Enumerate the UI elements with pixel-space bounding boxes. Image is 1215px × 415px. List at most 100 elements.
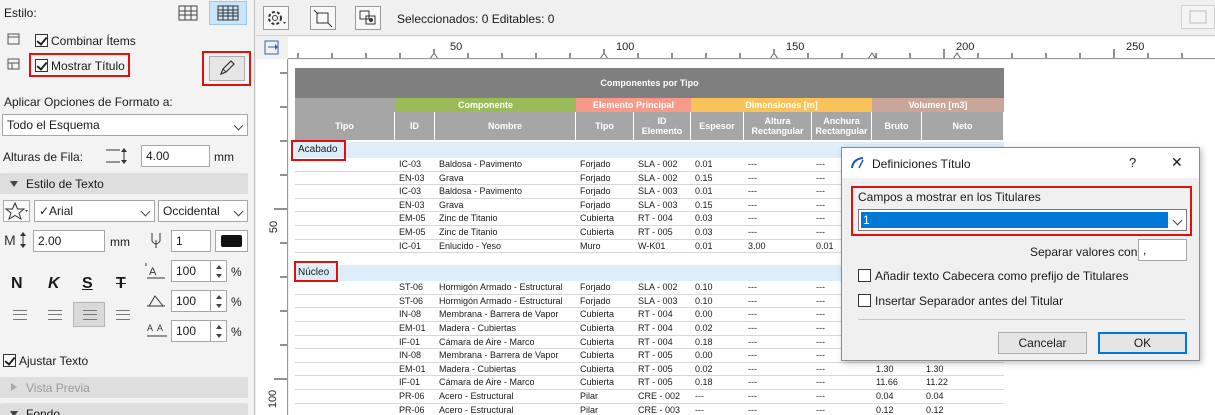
schedule-toolbar: Seleccionados: 0 Editables: 0 — [256, 0, 1215, 36]
table-cell: Forjado — [580, 186, 611, 197]
group-header-cell: Dimensiones [m] — [691, 98, 872, 112]
width-scale-spinner[interactable] — [211, 260, 227, 282]
width-scale-percent: % — [231, 265, 242, 279]
fields-label: Campos a mostrar en los Titulares — [858, 190, 1041, 204]
table-row[interactable]: PR-06 Acero - Estructural Pilar CRE - 003 --… — [295, 404, 1004, 415]
adjust-text-checkbox[interactable] — [3, 354, 16, 367]
pen-color-swatch[interactable] — [215, 230, 248, 252]
help-button[interactable]: ? — [1129, 155, 1136, 170]
dialog-titlebar: Definiciones Título ? ✕ — [842, 148, 1199, 178]
pen-number-input[interactable]: 1 — [171, 230, 211, 252]
selection-status: Seleccionados: 0 Editables: 0 — [397, 12, 555, 26]
column-header: ID Elemento — [634, 112, 691, 140]
font-select[interactable]: ✓Arial — [34, 200, 155, 222]
table-cell: SLA - 003 — [638, 295, 678, 306]
select-element-button[interactable] — [310, 6, 336, 30]
column-header: Altura Rectangular — [744, 112, 812, 140]
table-cell: --- — [748, 322, 757, 333]
table-row[interactable]: EM-01 Madera - Cubiertas Cubierta RT - 005 0… — [295, 363, 1004, 377]
align-justify-icon[interactable] — [116, 310, 130, 320]
table-cell: Acero - Estructural — [439, 404, 514, 415]
italic-button[interactable]: K — [48, 275, 60, 293]
slant-input[interactable]: 100 — [171, 290, 211, 312]
separator-value: , — [1143, 243, 1147, 257]
table-cell: 0.12 — [926, 404, 944, 415]
table-cell: --- — [748, 172, 757, 183]
table-cell: SLA - 002 — [638, 159, 678, 169]
font-size-input[interactable]: 2.00 — [33, 230, 105, 252]
edit-title-button[interactable] — [209, 56, 245, 81]
table-cell: 0.03 — [695, 226, 713, 237]
table-cell: 0.10 — [695, 282, 713, 293]
table-cell: 1.30 — [876, 363, 894, 374]
separator-input[interactable]: , — [1138, 239, 1187, 261]
close-button[interactable]: ✕ — [1171, 154, 1183, 171]
table-cell — [295, 336, 395, 349]
width-scale-input[interactable]: 100 — [171, 260, 211, 282]
strikethrough-button[interactable]: T — [116, 275, 126, 293]
bold-button[interactable]: N — [11, 275, 23, 293]
spacing-spinner[interactable] — [211, 320, 227, 342]
ok-button[interactable]: OK — [1098, 332, 1187, 354]
settings-button[interactable] — [263, 6, 289, 30]
table-cell — [295, 390, 395, 403]
combine-items-checkbox[interactable] — [35, 34, 48, 47]
table-row[interactable]: PR-06 Acero - Estructural Pilar CRE - 002 --… — [295, 390, 1004, 404]
pencil-icon — [219, 60, 235, 76]
table-cell — [295, 281, 395, 294]
background-section-header[interactable]: Fondo — [0, 403, 248, 415]
separator-before-checkbox[interactable] — [858, 294, 871, 307]
apply-format-value: Todo el Esquema — [7, 118, 100, 132]
table-cell: Pilar — [580, 404, 599, 415]
ruler-v-label-100: 100 — [267, 389, 280, 409]
align-left-icon[interactable] — [13, 310, 27, 320]
table-cell: --- — [748, 377, 757, 388]
table-cell: Muro — [580, 240, 601, 251]
table-cell: --- — [748, 159, 757, 169]
settings-panel: Estilo: Combinar Ítems Mostrar Título Ap… — [0, 0, 255, 415]
cancel-button[interactable]: Cancelar — [998, 332, 1087, 354]
spacing-value: 100 — [176, 324, 197, 338]
prefix-checkbox[interactable] — [858, 269, 871, 282]
table-cell: Cámara de Aire - Marco — [439, 336, 535, 347]
table-cell — [295, 185, 395, 198]
show-title-checkbox[interactable] — [35, 59, 48, 72]
underline-button[interactable]: S — [82, 275, 93, 293]
table-row[interactable]: IF-01 Cámara de Aire - Marco Cubierta RT - … — [295, 376, 1004, 390]
text-style-section-header[interactable]: Estilo de Texto — [0, 173, 248, 194]
column-header: Anchura Rectangular — [812, 112, 872, 140]
apply-format-select[interactable]: Todo el Esquema — [2, 114, 248, 136]
table-cell: 0.00 — [695, 350, 713, 361]
category-acabado-highlight — [291, 140, 346, 161]
style-label: Estilo: — [4, 6, 37, 20]
favorite-style-button[interactable] — [3, 200, 30, 222]
row-height-input[interactable]: 4.00 — [141, 145, 210, 167]
table-cell: EM-05 — [399, 226, 426, 237]
align-center-icon[interactable] — [48, 310, 62, 320]
slant-spinner[interactable] — [211, 290, 227, 312]
spacing-input[interactable]: 100 — [171, 320, 211, 342]
expand-triangle-icon — [10, 181, 18, 187]
schedule-title: Componentes por Tipo — [295, 68, 1004, 98]
separator-label: Separar valores con: — [1030, 245, 1141, 259]
group-header-cell: Elemento Principal — [576, 98, 691, 112]
align-right-button[interactable] — [73, 302, 105, 327]
toolbar-right-button[interactable] — [1181, 5, 1215, 29]
script-select[interactable]: Occidental — [158, 200, 248, 222]
table-cell: Cubierta — [580, 226, 615, 237]
table-cell: SLA - 002 — [638, 282, 678, 293]
fields-dropdown[interactable]: 1 — [858, 209, 1187, 231]
preview-section-header[interactable]: Vista Previa — [0, 377, 248, 398]
ruler-origin-button[interactable] — [260, 37, 284, 59]
table-cell: Hormigón Armado - Estructural — [439, 295, 563, 306]
table-cell — [295, 172, 395, 185]
ruler-origin-icon — [264, 40, 279, 55]
group-header-cell — [295, 98, 395, 112]
table-cell: Enlucido - Yeso — [439, 240, 502, 251]
row-height-unit: mm — [214, 150, 234, 164]
chevron-down-icon — [233, 206, 244, 217]
style-grid-small-button[interactable] — [172, 2, 204, 24]
style-grid-large-button[interactable] — [209, 1, 247, 25]
select-all-button[interactable] — [355, 6, 381, 30]
table-cell: EM-01 — [399, 363, 426, 374]
